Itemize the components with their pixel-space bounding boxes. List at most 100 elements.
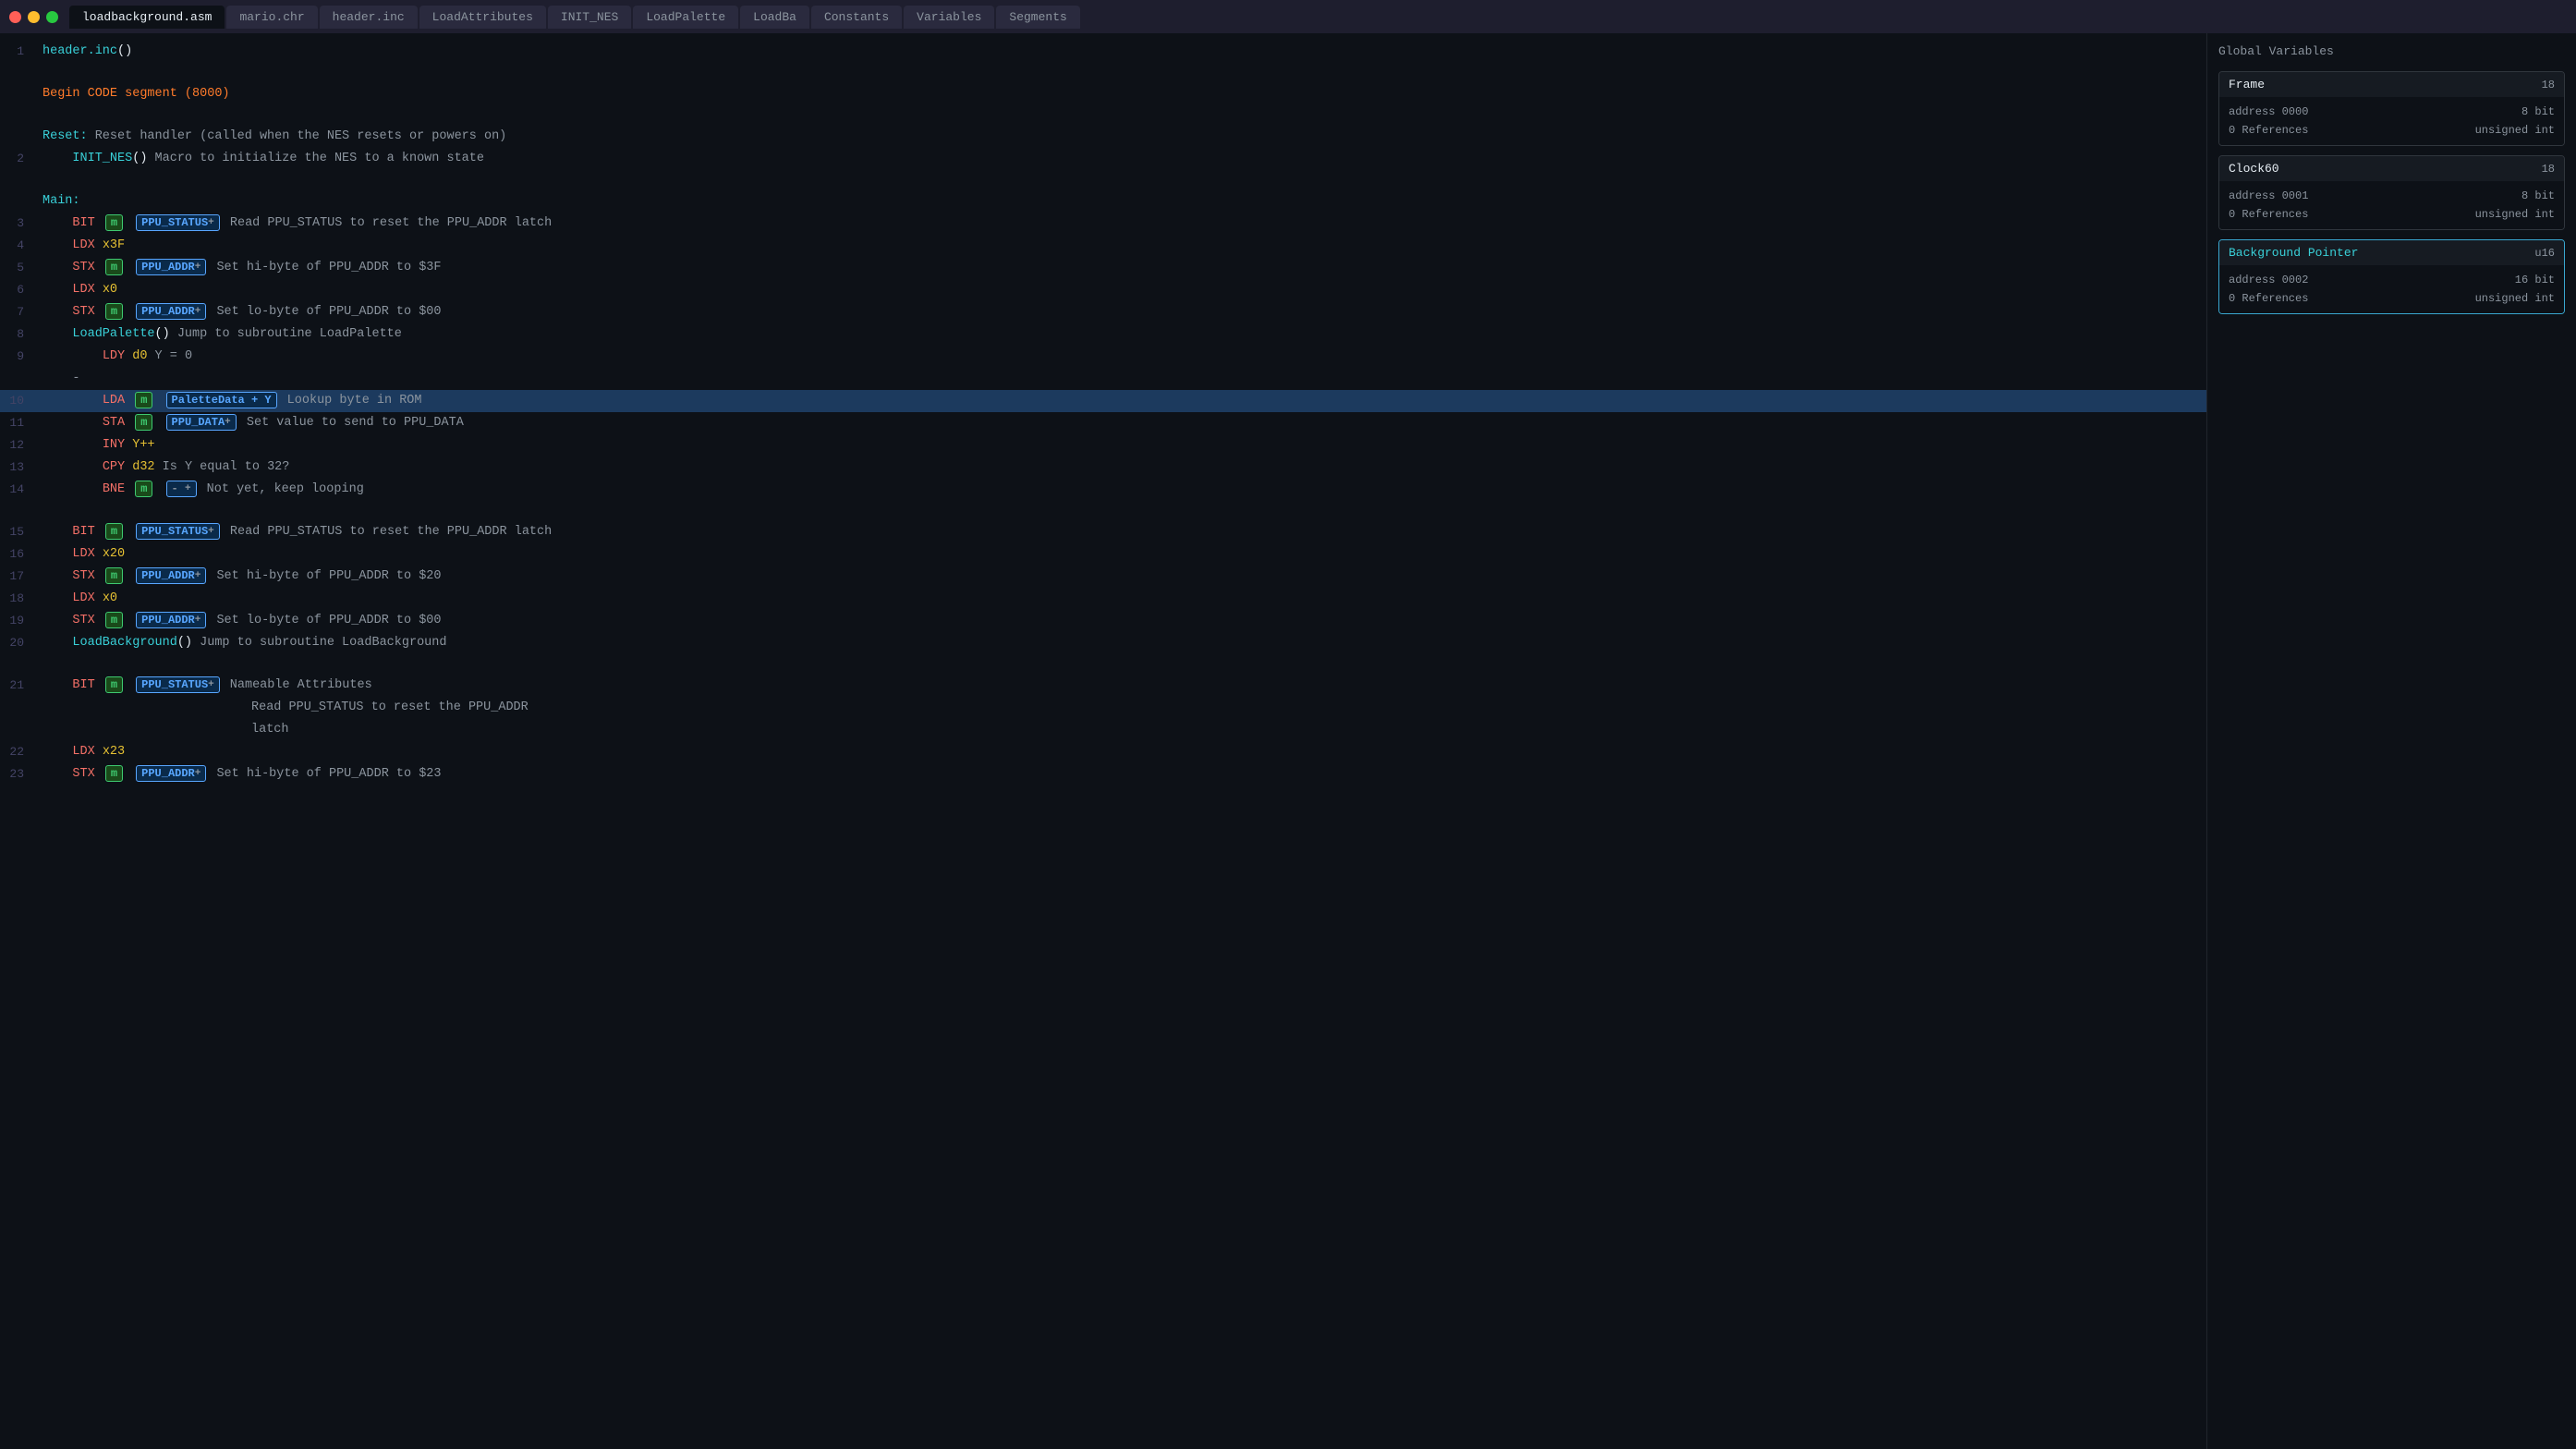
var-address-label-frame: address 0000 — [2229, 103, 2308, 121]
line-content: latch — [39, 720, 2206, 740]
code-line-9: 9 LDY d0 Y = 0 — [0, 346, 2206, 368]
main-container: 1 header.inc() Begin CODE segment (8000)… — [0, 33, 2576, 1449]
var-card-body-bg-pointer: address 0002 16 bit 0 References unsigne… — [2219, 265, 2564, 313]
line-number: 14 — [0, 480, 39, 500]
var-card-body-frame: address 0000 8 bit 0 References unsigned… — [2219, 97, 2564, 145]
var-bits-frame: 8 bit — [2521, 103, 2555, 121]
close-button[interactable] — [9, 11, 21, 23]
code-line-empty5 — [0, 654, 2206, 675]
code-line-7: 7 STX m PPU_ADDR + Set lo-byte of PPU_AD… — [0, 301, 2206, 323]
line-content: LDX x0 — [39, 589, 2206, 609]
code-line-15: 15 BIT m PPU_STATUS + Read PPU_STATUS to… — [0, 521, 2206, 543]
code-line-dash: - — [0, 368, 2206, 390]
line-content: LoadBackground() Jump to subroutine Load… — [39, 633, 2206, 653]
line-content: BIT m PPU_STATUS + Read PPU_STATUS to re… — [39, 522, 2206, 542]
line-content: - — [39, 369, 2206, 389]
code-line-21: 21 BIT m PPU_STATUS +Nameable Attributes — [0, 675, 2206, 697]
line-content: LDY d0 Y = 0 — [39, 347, 2206, 367]
code-line-21b: Read PPU_STATUS to reset the PPU_ADDR — [0, 697, 2206, 719]
code-line-11: 11 STA m PPU_DATA + Set value to send to… — [0, 412, 2206, 434]
line-number: 10 — [0, 391, 39, 411]
code-line-begin: Begin CODE segment (8000) — [0, 83, 2206, 105]
line-number: 23 — [0, 764, 39, 785]
line-content: STX m PPU_ADDR + Set lo-byte of PPU_ADDR… — [39, 611, 2206, 631]
var-card-body-clock60: address 0001 8 bit 0 References unsigned… — [2219, 181, 2564, 229]
tab-segments[interactable]: Segments — [996, 6, 1079, 29]
var-type-clock60: unsigned int — [2475, 205, 2555, 224]
line-content: LDA m PaletteData + Y Lookup byte in ROM — [39, 391, 2206, 411]
line-number: 12 — [0, 435, 39, 456]
code-line-18: 18 LDX x0 — [0, 588, 2206, 610]
tab-init-nes[interactable]: INIT_NES — [548, 6, 631, 29]
code-line-12: 12 INY Y++ — [0, 434, 2206, 457]
var-size-bg-pointer: u16 — [2534, 247, 2555, 260]
var-size-frame: 18 — [2542, 79, 2555, 91]
code-line-23: 23 STX m PPU_ADDR + Set hi-byte of PPU_A… — [0, 763, 2206, 785]
var-name-bg-pointer: Background Pointer — [2229, 246, 2358, 260]
line-content: Main: — [39, 191, 2206, 212]
line-number: 15 — [0, 522, 39, 542]
var-name-clock60: Clock60 — [2229, 162, 2279, 176]
line-number: 20 — [0, 633, 39, 653]
line-content: LDX x3F — [39, 236, 2206, 256]
tab-loadattributes[interactable]: LoadAttributes — [419, 6, 546, 29]
tab-loadba[interactable]: LoadBa — [740, 6, 809, 29]
var-bits-bg-pointer: 16 bit — [2515, 271, 2555, 289]
title-bar: loadbackground.asm mario.chr header.inc … — [0, 0, 2576, 33]
line-number: 18 — [0, 589, 39, 609]
var-size-clock60: 18 — [2542, 163, 2555, 176]
minimize-button[interactable] — [28, 11, 40, 23]
tab-bar: loadbackground.asm mario.chr header.inc … — [69, 6, 1080, 29]
code-line-2: 2 INIT_NES() Macro to initialize the NES… — [0, 148, 2206, 170]
var-type-bg-pointer: unsigned int — [2475, 289, 2555, 308]
line-number: 21 — [0, 676, 39, 696]
line-content: Read PPU_STATUS to reset the PPU_ADDR — [39, 698, 2206, 718]
line-content: LoadPalette() Jump to subroutine LoadPal… — [39, 324, 2206, 345]
tab-variables[interactable]: Variables — [904, 6, 994, 29]
tab-header-inc[interactable]: header.inc — [320, 6, 418, 29]
code-line-13: 13 CPY d32 Is Y equal to 32? — [0, 457, 2206, 479]
var-row-address-frame: address 0000 8 bit — [2229, 103, 2555, 121]
var-refs-frame: 0 References — [2229, 121, 2308, 140]
line-content: INIT_NES() Macro to initialize the NES t… — [39, 149, 2206, 169]
var-bits-clock60: 8 bit — [2521, 187, 2555, 205]
line-content: CPY d32 Is Y equal to 32? — [39, 457, 2206, 478]
var-type-frame: unsigned int — [2475, 121, 2555, 140]
traffic-lights — [9, 11, 58, 23]
line-number: 16 — [0, 544, 39, 565]
line-content: Reset: Reset handler (called when the NE… — [39, 127, 2206, 147]
code-line-empty3 — [0, 170, 2206, 190]
line-number: 11 — [0, 413, 39, 433]
tab-mario-chr[interactable]: mario.chr — [226, 6, 317, 29]
line-content: LDX x20 — [39, 544, 2206, 565]
code-line-empty4 — [0, 501, 2206, 521]
line-number: 4 — [0, 236, 39, 256]
line-content: STX m PPU_ADDR + Set hi-byte of PPU_ADDR… — [39, 764, 2206, 785]
line-content: header.inc() — [39, 42, 2206, 62]
code-line-17: 17 STX m PPU_ADDR + Set hi-byte of PPU_A… — [0, 566, 2206, 588]
line-content: INY Y++ — [39, 435, 2206, 456]
code-line-14: 14 BNE m - + Not yet, keep looping — [0, 479, 2206, 501]
code-line-16: 16 LDX x20 — [0, 543, 2206, 566]
line-content: STX m PPU_ADDR + Set hi-byte of PPU_ADDR… — [39, 566, 2206, 587]
code-line-1: 1 header.inc() — [0, 41, 2206, 63]
code-line-8: 8 LoadPalette() Jump to subroutine LoadP… — [0, 323, 2206, 346]
tab-loadbackground-asm[interactable]: loadbackground.asm — [69, 6, 225, 29]
tab-loadpalette[interactable]: LoadPalette — [633, 6, 738, 29]
tab-constants[interactable]: Constants — [811, 6, 902, 29]
var-refs-bg-pointer: 0 References — [2229, 289, 2308, 308]
line-content: BIT m PPU_STATUS + Read PPU_STATUS to re… — [39, 213, 2206, 234]
code-editor[interactable]: 1 header.inc() Begin CODE segment (8000)… — [0, 33, 2206, 1449]
line-number: 6 — [0, 280, 39, 300]
maximize-button[interactable] — [46, 11, 58, 23]
code-line-10: 10 LDA m PaletteData + Y Lookup byte in … — [0, 390, 2206, 412]
var-address-label-clock60: address 0001 — [2229, 187, 2308, 205]
var-row-address-clock60: address 0001 8 bit — [2229, 187, 2555, 205]
line-content: STA m PPU_DATA + Set value to send to PP… — [39, 413, 2206, 433]
code-line-main: Main: — [0, 190, 2206, 213]
line-number: 22 — [0, 742, 39, 762]
code-line-21c: latch — [0, 719, 2206, 741]
line-number: 2 — [0, 149, 39, 169]
line-number: 9 — [0, 347, 39, 367]
line-content: Begin CODE segment (8000) — [39, 84, 2206, 104]
